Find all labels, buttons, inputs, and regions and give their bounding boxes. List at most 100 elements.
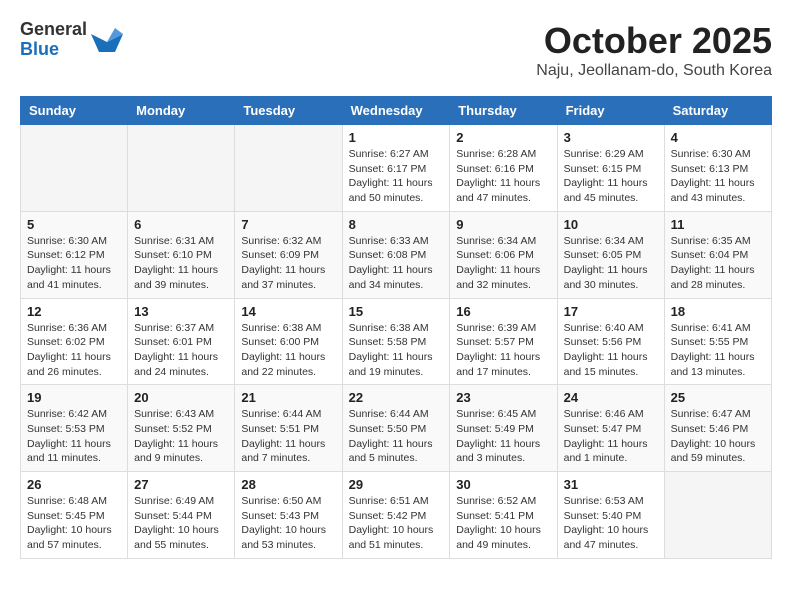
calendar-cell: 18Sunrise: 6:41 AM Sunset: 5:55 PM Dayli… (664, 298, 771, 385)
day-number: 23 (456, 390, 550, 405)
calendar: SundayMondayTuesdayWednesdayThursdayFrid… (20, 96, 772, 559)
day-number: 13 (134, 304, 228, 319)
day-number: 25 (671, 390, 765, 405)
day-number: 20 (134, 390, 228, 405)
day-info: Sunrise: 6:44 AM Sunset: 5:50 PM Dayligh… (349, 407, 444, 466)
calendar-cell: 1Sunrise: 6:27 AM Sunset: 6:17 PM Daylig… (342, 125, 450, 212)
title-area: October 2025 Naju, Jeollanam-do, South K… (536, 20, 772, 80)
day-info: Sunrise: 6:35 AM Sunset: 6:04 PM Dayligh… (671, 234, 765, 293)
calendar-cell: 2 Sunrise: 6:28 AM Sunset: 6:16 PM Daylig… (450, 125, 557, 212)
day-number: 2 (456, 130, 550, 145)
calendar-cell: 7Sunrise: 6:32 AM Sunset: 6:09 PM Daylig… (235, 211, 342, 298)
day-number: 21 (241, 390, 335, 405)
day-info: Sunrise: 6:38 AM Sunset: 6:00 PM Dayligh… (241, 321, 335, 380)
calendar-week-row: 19Sunrise: 6:42 AM Sunset: 5:53 PM Dayli… (21, 385, 772, 472)
calendar-week-row: 12 Sunrise: 6:36 AM Sunset: 6:02 PM Dayli… (21, 298, 772, 385)
logo: General Blue (20, 20, 123, 60)
day-number: 16 (456, 304, 550, 319)
calendar-cell: 11 Sunrise: 6:35 AM Sunset: 6:04 PM Dayli… (664, 211, 771, 298)
day-info: Sunrise: 6:47 AM Sunset: 5:46 PM Dayligh… (671, 407, 765, 466)
calendar-cell: 15 Sunrise: 6:38 AM Sunset: 5:58 PM Dayli… (342, 298, 450, 385)
calendar-cell: 17Sunrise: 6:40 AM Sunset: 5:56 PM Dayli… (557, 298, 664, 385)
day-number: 5 (27, 217, 121, 232)
day-number: 15 (349, 304, 444, 319)
calendar-cell: 28 Sunrise: 6:50 AM Sunset: 5:43 PM Dayli… (235, 472, 342, 559)
day-number: 28 (241, 477, 335, 492)
day-info: Sunrise: 6:50 AM Sunset: 5:43 PM Dayligh… (241, 494, 335, 553)
calendar-cell: 3Sunrise: 6:29 AM Sunset: 6:15 PM Daylig… (557, 125, 664, 212)
calendar-cell: 4Sunrise: 6:30 AM Sunset: 6:13 PM Daylig… (664, 125, 771, 212)
day-info: Sunrise: 6:32 AM Sunset: 6:09 PM Dayligh… (241, 234, 335, 293)
calendar-cell: 24Sunrise: 6:46 AM Sunset: 5:47 PM Dayli… (557, 385, 664, 472)
day-number: 3 (564, 130, 658, 145)
location: Naju, Jeollanam-do, South Korea (536, 62, 772, 80)
day-number: 31 (564, 477, 658, 492)
day-number: 27 (134, 477, 228, 492)
calendar-cell: 26Sunrise: 6:48 AM Sunset: 5:45 PM Dayli… (21, 472, 128, 559)
logo-blue: Blue (20, 40, 87, 60)
day-number: 12 (27, 304, 121, 319)
calendar-cell: 25 Sunrise: 6:47 AM Sunset: 5:46 PM Dayli… (664, 385, 771, 472)
calendar-cell: 5 Sunrise: 6:30 AM Sunset: 6:12 PM Daylig… (21, 211, 128, 298)
day-info: Sunrise: 6:53 AM Sunset: 5:40 PM Dayligh… (564, 494, 658, 553)
day-info: Sunrise: 6:33 AM Sunset: 6:08 PM Dayligh… (349, 234, 444, 293)
day-info: Sunrise: 6:48 AM Sunset: 5:45 PM Dayligh… (27, 494, 121, 553)
day-number: 30 (456, 477, 550, 492)
calendar-cell: 31 Sunrise: 6:53 AM Sunset: 5:40 PM Dayli… (557, 472, 664, 559)
weekday-header-thursday: Thursday (450, 97, 557, 125)
calendar-cell: 21 Sunrise: 6:44 AM Sunset: 5:51 PM Dayli… (235, 385, 342, 472)
day-info: Sunrise: 6:51 AM Sunset: 5:42 PM Dayligh… (349, 494, 444, 553)
weekday-header-saturday: Saturday (664, 97, 771, 125)
calendar-cell (664, 472, 771, 559)
day-info: Sunrise: 6:44 AM Sunset: 5:51 PM Dayligh… (241, 407, 335, 466)
calendar-cell: 16 Sunrise: 6:39 AM Sunset: 5:57 PM Dayli… (450, 298, 557, 385)
page-header: General Blue October 2025 Naju, Jeollana… (20, 20, 772, 80)
month-title: October 2025 (536, 20, 772, 62)
day-info: Sunrise: 6:39 AM Sunset: 5:57 PM Dayligh… (456, 321, 550, 380)
calendar-week-row: 1Sunrise: 6:27 AM Sunset: 6:17 PM Daylig… (21, 125, 772, 212)
calendar-cell: 20 Sunrise: 6:43 AM Sunset: 5:52 PM Dayli… (128, 385, 235, 472)
day-info: Sunrise: 6:30 AM Sunset: 6:12 PM Dayligh… (27, 234, 121, 293)
logo-icon (91, 24, 123, 56)
day-number: 29 (349, 477, 444, 492)
calendar-cell (235, 125, 342, 212)
logo-general: General (20, 20, 87, 40)
day-number: 6 (134, 217, 228, 232)
day-info: Sunrise: 6:28 AM Sunset: 6:16 PM Dayligh… (456, 147, 550, 206)
day-info: Sunrise: 6:36 AM Sunset: 6:02 PM Dayligh… (27, 321, 121, 380)
calendar-cell: 8Sunrise: 6:33 AM Sunset: 6:08 PM Daylig… (342, 211, 450, 298)
day-info: Sunrise: 6:31 AM Sunset: 6:10 PM Dayligh… (134, 234, 228, 293)
day-info: Sunrise: 6:38 AM Sunset: 5:58 PM Dayligh… (349, 321, 444, 380)
weekday-header-wednesday: Wednesday (342, 97, 450, 125)
day-number: 9 (456, 217, 550, 232)
day-number: 22 (349, 390, 444, 405)
calendar-cell (128, 125, 235, 212)
calendar-cell (21, 125, 128, 212)
day-info: Sunrise: 6:42 AM Sunset: 5:53 PM Dayligh… (27, 407, 121, 466)
weekday-header-row: SundayMondayTuesdayWednesdayThursdayFrid… (21, 97, 772, 125)
day-info: Sunrise: 6:37 AM Sunset: 6:01 PM Dayligh… (134, 321, 228, 380)
day-info: Sunrise: 6:34 AM Sunset: 6:06 PM Dayligh… (456, 234, 550, 293)
day-number: 14 (241, 304, 335, 319)
calendar-week-row: 26Sunrise: 6:48 AM Sunset: 5:45 PM Dayli… (21, 472, 772, 559)
calendar-cell: 30Sunrise: 6:52 AM Sunset: 5:41 PM Dayli… (450, 472, 557, 559)
weekday-header-friday: Friday (557, 97, 664, 125)
day-info: Sunrise: 6:49 AM Sunset: 5:44 PM Dayligh… (134, 494, 228, 553)
day-info: Sunrise: 6:43 AM Sunset: 5:52 PM Dayligh… (134, 407, 228, 466)
calendar-cell: 14 Sunrise: 6:38 AM Sunset: 6:00 PM Dayli… (235, 298, 342, 385)
day-number: 11 (671, 217, 765, 232)
day-info: Sunrise: 6:30 AM Sunset: 6:13 PM Dayligh… (671, 147, 765, 206)
day-number: 17 (564, 304, 658, 319)
day-info: Sunrise: 6:34 AM Sunset: 6:05 PM Dayligh… (564, 234, 658, 293)
calendar-cell: 23 Sunrise: 6:45 AM Sunset: 5:49 PM Dayli… (450, 385, 557, 472)
calendar-cell: 29 Sunrise: 6:51 AM Sunset: 5:42 PM Dayli… (342, 472, 450, 559)
calendar-week-row: 5 Sunrise: 6:30 AM Sunset: 6:12 PM Daylig… (21, 211, 772, 298)
day-number: 10 (564, 217, 658, 232)
calendar-cell: 10 Sunrise: 6:34 AM Sunset: 6:05 PM Dayli… (557, 211, 664, 298)
calendar-cell: 13 Sunrise: 6:37 AM Sunset: 6:01 PM Dayli… (128, 298, 235, 385)
day-info: Sunrise: 6:45 AM Sunset: 5:49 PM Dayligh… (456, 407, 550, 466)
calendar-cell: 12 Sunrise: 6:36 AM Sunset: 6:02 PM Dayli… (21, 298, 128, 385)
weekday-header-tuesday: Tuesday (235, 97, 342, 125)
day-number: 1 (349, 130, 444, 145)
day-number: 24 (564, 390, 658, 405)
